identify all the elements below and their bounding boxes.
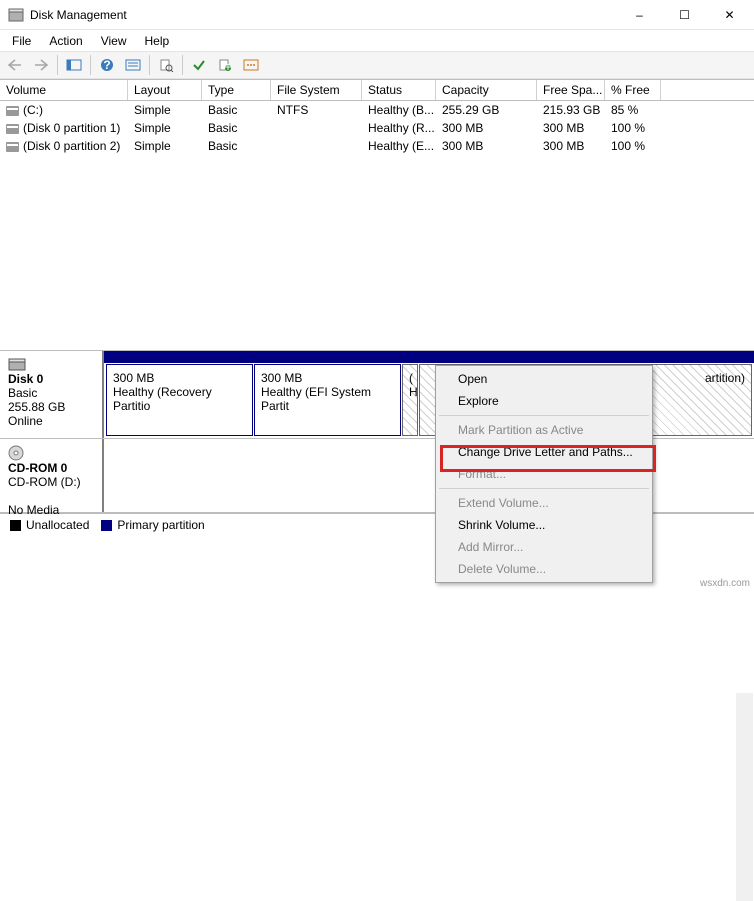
toolbar: ? +: [0, 51, 754, 79]
col-layout[interactable]: Layout: [128, 80, 202, 100]
menu-mark-active: Mark Partition as Active: [438, 419, 650, 441]
svg-text:+: +: [224, 60, 231, 72]
options-button[interactable]: [239, 53, 263, 77]
forward-button: [29, 53, 53, 77]
check-button[interactable]: [187, 53, 211, 77]
menu-bar: File Action View Help: [0, 30, 754, 51]
svg-text:?: ?: [103, 58, 110, 72]
volume-icon: [6, 142, 19, 152]
title-bar: Disk Management – ☐ ✕: [0, 0, 754, 30]
minimize-button[interactable]: –: [617, 0, 662, 29]
menu-open[interactable]: Open: [438, 368, 650, 390]
context-menu: Open Explore Mark Partition as Active Ch…: [435, 365, 653, 583]
menu-action[interactable]: Action: [41, 32, 90, 50]
close-button[interactable]: ✕: [707, 0, 752, 29]
graphical-scrollbar[interactable]: [736, 693, 753, 901]
partition-c-selected[interactable]: (H: [402, 364, 418, 436]
menu-format: Format...: [438, 463, 650, 485]
partition-recovery[interactable]: 300 MB Healthy (Recovery Partitio: [106, 364, 253, 436]
menu-extend: Extend Volume...: [438, 492, 650, 514]
col-type[interactable]: Type: [202, 80, 271, 100]
volume-icon: [6, 106, 19, 116]
volume-list[interactable]: (C:) Simple Basic NTFS Healthy (B... 255…: [0, 101, 754, 351]
watermark: wsxdn.com: [700, 578, 750, 589]
back-button: [3, 53, 27, 77]
volume-list-header: Volume Layout Type File System Status Ca…: [0, 79, 754, 101]
cdrom-icon: [8, 445, 24, 459]
new-button[interactable]: +: [213, 53, 237, 77]
col-filesystem[interactable]: File System: [271, 80, 362, 100]
menu-delete: Delete Volume...: [438, 558, 650, 580]
help-button[interactable]: ?: [95, 53, 119, 77]
menu-add-mirror: Add Mirror...: [438, 536, 650, 558]
volume-icon: [6, 124, 19, 134]
menu-view[interactable]: View: [93, 32, 135, 50]
menu-shrink[interactable]: Shrink Volume...: [438, 514, 650, 536]
col-volume[interactable]: Volume: [0, 80, 128, 100]
show-hide-button[interactable]: [62, 53, 86, 77]
cdrom-info[interactable]: CD-ROM 0 CD-ROM (D:) No Media: [0, 439, 104, 512]
col-free[interactable]: Free Spa...: [537, 80, 605, 100]
menu-explore[interactable]: Explore: [438, 390, 650, 412]
disk-icon: [8, 357, 26, 371]
col-status[interactable]: Status: [362, 80, 436, 100]
col-capacity[interactable]: Capacity: [436, 80, 537, 100]
table-row[interactable]: (Disk 0 partition 2) Simple Basic Health…: [0, 137, 754, 155]
app-icon: [8, 7, 24, 23]
menu-file[interactable]: File: [4, 32, 39, 50]
window-title: Disk Management: [30, 8, 617, 22]
swatch-unallocated: [10, 520, 21, 531]
settings-list-button[interactable]: [121, 53, 145, 77]
maximize-button[interactable]: ☐: [662, 0, 707, 29]
properties-button[interactable]: [154, 53, 178, 77]
table-row[interactable]: (Disk 0 partition 1) Simple Basic Health…: [0, 119, 754, 137]
table-row[interactable]: (C:) Simple Basic NTFS Healthy (B... 255…: [0, 101, 754, 119]
partition-efi[interactable]: 300 MB Healthy (EFI System Partit: [254, 364, 401, 436]
menu-help[interactable]: Help: [137, 32, 178, 50]
disk-0-info[interactable]: Disk 0 Basic 255.88 GB Online: [0, 351, 104, 438]
col-pfree[interactable]: % Free: [605, 80, 661, 100]
swatch-primary: [101, 520, 112, 531]
menu-change-drive-letter[interactable]: Change Drive Letter and Paths...: [438, 441, 650, 463]
